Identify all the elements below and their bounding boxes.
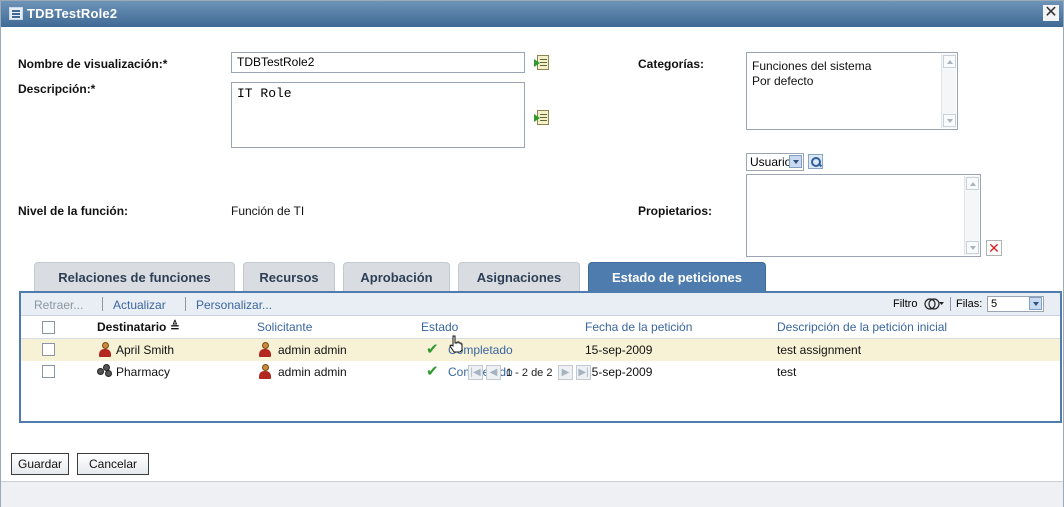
scroll-up-icon[interactable] — [966, 177, 979, 190]
sort-ascending-icon: ≜ — [169, 320, 180, 334]
filter-icon[interactable] — [923, 296, 945, 312]
pager-status: 1 - 2 de 2 — [506, 367, 553, 379]
categories-scrollbar[interactable] — [941, 54, 956, 128]
cancel-button[interactable]: Cancelar — [77, 453, 149, 475]
rows-value: 5 — [991, 298, 998, 310]
role-level-label: Nivel de la función: — [18, 204, 129, 218]
localize-description-icon[interactable] — [534, 109, 550, 126]
panel-toolbar: Retraer... Actualizar Personalizar... Fi… — [21, 293, 1060, 316]
column-header-request-date[interactable]: Fecha de la petición — [585, 320, 692, 334]
chevron-down-icon[interactable] — [1029, 297, 1042, 310]
first-page-icon[interactable]: |◀ — [468, 365, 483, 380]
owners-label: Propietarios: — [638, 204, 713, 218]
tab-assignments[interactable]: Asignaciones — [458, 262, 580, 291]
rows-label: Filas: — [956, 298, 983, 310]
row-checkbox[interactable] — [42, 365, 55, 378]
role-level-value: Función de TI — [231, 204, 305, 218]
filter-label[interactable]: Filtro — [893, 298, 917, 310]
requester-cell: admin admin — [278, 365, 347, 379]
owner-type-select[interactable]: Usuario — [746, 153, 804, 171]
toolbar-divider — [185, 297, 186, 311]
description-field[interactable]: IT Role — [231, 82, 525, 148]
owners-scrollbar[interactable] — [964, 176, 979, 255]
close-icon[interactable]: ✕ — [1043, 5, 1059, 21]
window-title: TDBTestRole2 — [27, 6, 118, 21]
select-all-checkbox[interactable] — [42, 321, 55, 334]
date-cell: 15-sep-2009 — [585, 365, 653, 379]
toolbar-divider — [102, 297, 103, 311]
display-name-label: Nombre de visualización:* — [18, 57, 168, 71]
search-icon[interactable] — [808, 154, 823, 169]
scroll-down-icon[interactable] — [966, 241, 979, 254]
refresh-link[interactable]: Actualizar — [113, 298, 166, 312]
rows-select[interactable]: 5 — [987, 296, 1044, 312]
dialog-footer — [1, 481, 1063, 507]
description-label: Descripción:* — [18, 82, 96, 96]
role-icon — [9, 7, 23, 20]
table-row[interactable]: April Smith admin admin ✔ Completado 15-… — [21, 339, 1060, 361]
requester-cell: admin admin — [278, 343, 347, 357]
check-icon: ✔ — [426, 341, 439, 358]
recipient-cell: April Smith — [116, 343, 175, 357]
owners-listbox[interactable] — [746, 174, 981, 257]
scroll-up-icon[interactable] — [943, 55, 956, 68]
description-cell: test assignment — [777, 343, 862, 357]
column-header-recipient[interactable]: Destinatario ≜ — [97, 320, 180, 334]
chevron-down-icon[interactable] — [789, 155, 802, 168]
title-bar: TDBTestRole2 ✕ — [1, 1, 1063, 27]
column-header-requester[interactable]: Solicitante — [257, 320, 312, 334]
owner-type-value: Usuario — [750, 155, 792, 169]
role-dialog: TDBTestRole2 ✕ Nombre de visualización:*… — [0, 0, 1064, 507]
tab-role-relationships[interactable]: Relaciones de funciones — [34, 262, 235, 291]
category-option[interactable]: Por defecto — [747, 74, 957, 89]
last-page-icon[interactable]: ▶| — [576, 365, 591, 380]
customize-link[interactable]: Personalizar... — [196, 298, 272, 312]
column-header-status[interactable]: Estado — [421, 320, 458, 334]
hand-cursor-icon — [449, 335, 463, 353]
collapse-link[interactable]: Retraer... — [34, 298, 83, 312]
recipient-cell: Pharmacy — [116, 365, 171, 379]
remove-owner-icon[interactable]: ✕ — [986, 240, 1002, 256]
user-icon — [259, 342, 271, 357]
tab-approval[interactable]: Aprobación — [343, 262, 450, 291]
tab-resources[interactable]: Recursos — [243, 262, 335, 291]
request-status-panel: Retraer... Actualizar Personalizar... Fi… — [19, 291, 1062, 423]
scroll-down-icon[interactable] — [943, 114, 956, 127]
date-cell: 15-sep-2009 — [585, 343, 653, 357]
localize-display-name-icon[interactable] — [534, 54, 550, 71]
save-button[interactable]: Guardar — [11, 453, 69, 475]
previous-page-icon[interactable]: ◀ — [486, 365, 501, 380]
row-checkbox[interactable] — [42, 343, 55, 356]
categories-label: Categorías: — [638, 57, 705, 71]
display-name-field[interactable]: TDBTestRole2 — [231, 52, 525, 73]
user-icon — [259, 364, 271, 379]
toolbar-divider — [950, 297, 951, 311]
category-option[interactable]: Funciones del sistema — [747, 59, 957, 74]
user-icon — [99, 342, 111, 357]
check-icon: ✔ — [426, 363, 439, 380]
group-icon — [97, 364, 113, 379]
tab-request-status[interactable]: Estado de peticiones — [588, 262, 766, 291]
column-header-initial-description[interactable]: Descripción de la petición inicial — [777, 320, 947, 334]
description-cell: test — [777, 365, 797, 379]
categories-listbox[interactable]: Funciones del sistema Por defecto — [746, 52, 958, 130]
next-page-icon[interactable]: ▶ — [558, 365, 573, 380]
